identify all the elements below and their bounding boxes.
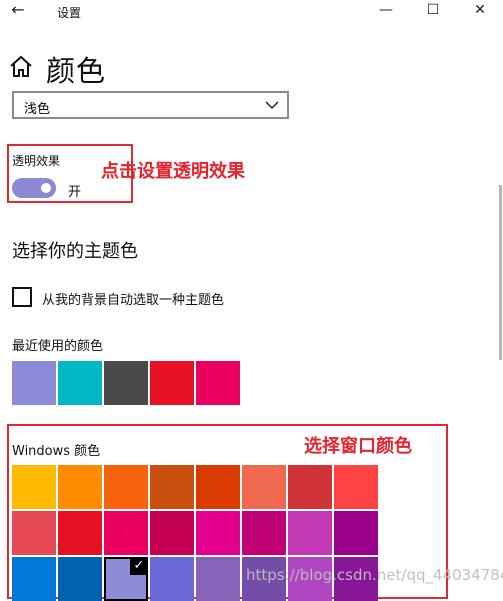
auto-accent-label[interactable]: 从我的背景自动选取一种主题色 [42,289,224,308]
transparency-toggle[interactable] [12,178,56,198]
window-title: 设置 [57,6,82,20]
scrollbar[interactable] [499,185,502,360]
windows-color-swatch[interactable] [196,557,240,601]
windows-color-swatch[interactable] [12,511,56,555]
home-icon[interactable] [8,54,34,80]
windows-color-swatch[interactable] [150,557,194,601]
transparency-label: 透明效果 [12,154,61,168]
windows-color-swatch[interactable] [334,465,378,509]
minimize-button[interactable]: — [363,0,409,22]
chevron-down-icon [265,95,279,115]
recent-colors-row [12,361,252,405]
windows-color-swatch[interactable] [58,511,102,555]
windows-color-swatch[interactable] [334,511,378,555]
windows-color-swatch[interactable] [196,465,240,509]
transparency-annotation: 点击设置透明效果 [101,161,245,182]
windows-color-swatch[interactable] [58,557,102,601]
windows-color-swatch[interactable] [196,511,240,555]
accent-section-title: 选择你的主题色 [12,241,138,262]
close-button[interactable]: ✕ [457,0,503,22]
windows-color-swatch[interactable] [288,511,332,555]
recent-color-swatch[interactable] [58,361,102,405]
recent-colors-label: 最近使用的颜色 [12,339,104,354]
windows-color-swatch[interactable] [104,511,148,555]
recent-color-swatch[interactable] [150,361,194,405]
color-mode-value: 浅色 [24,102,51,117]
toggle-knob [41,183,51,193]
recent-color-swatch[interactable] [104,361,148,405]
windows-colors-annotation: 选择窗口颜色 [304,436,412,457]
color-mode-dropdown[interactable]: 浅色 [12,91,289,119]
recent-color-swatch[interactable] [196,361,240,405]
windows-color-swatch[interactable] [288,465,332,509]
maximize-button[interactable]: ☐ [410,0,456,22]
watermark: https://blog.csdn.net/qq_44034784 [246,566,503,584]
windows-color-swatch[interactable] [242,465,286,509]
title-bar: ← 设置 — ☐ ✕ [0,0,503,22]
recent-color-swatch[interactable] [12,361,56,405]
windows-color-swatch[interactable] [242,511,286,555]
windows-color-swatch[interactable] [12,465,56,509]
page-title: 颜色 [46,54,107,88]
transparency-state: 开 [68,185,82,200]
checkmark-icon: ✓ [130,557,148,575]
windows-colors-label: Windows 颜色 [12,444,101,459]
auto-accent-checkbox[interactable] [12,287,32,307]
windows-color-swatch[interactable] [104,465,148,509]
windows-color-swatch[interactable] [58,465,102,509]
windows-color-swatch[interactable] [150,465,194,509]
back-arrow-icon[interactable]: ← [4,0,32,22]
windows-color-swatch[interactable] [150,511,194,555]
windows-color-swatch[interactable] [12,557,56,601]
windows-color-swatch[interactable]: ✓ [104,557,148,601]
